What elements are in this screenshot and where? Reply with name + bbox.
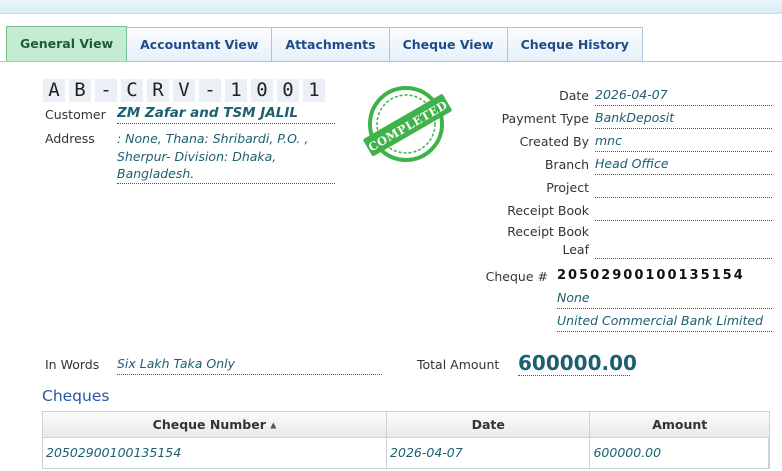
doc-char: 0 bbox=[277, 79, 299, 102]
doc-char: V bbox=[173, 79, 195, 102]
cell-amount: 600000.00 bbox=[590, 438, 769, 468]
cell-date: 2026-04-07 bbox=[387, 438, 591, 468]
column-header-cheque-number[interactable]: Cheque Number ▲ bbox=[43, 412, 388, 437]
receipt-book-value bbox=[595, 202, 772, 221]
completed-stamp-icon: COMPLETED bbox=[363, 86, 452, 162]
tab-cheque-history[interactable]: Cheque History bbox=[507, 27, 643, 62]
doc-char: 1 bbox=[303, 79, 325, 102]
doc-char: - bbox=[199, 79, 221, 102]
cheques-section-title: Cheques bbox=[42, 387, 110, 405]
customer-value: ZM Zafar and TSM JALIL bbox=[117, 105, 335, 124]
cheque-label: Cheque # bbox=[485, 269, 548, 284]
branch-label: Branch bbox=[544, 157, 589, 172]
receipt-leaf-label-1: Receipt Book bbox=[507, 224, 589, 239]
stamp-text: COMPLETED bbox=[366, 98, 450, 155]
doc-char: C bbox=[121, 79, 143, 102]
column-header-label: Cheque Number bbox=[152, 417, 266, 432]
branch-value: Head Office bbox=[595, 156, 772, 175]
tab-general-view[interactable]: General View bbox=[6, 26, 128, 62]
doc-char: 0 bbox=[251, 79, 273, 102]
date-label: Date bbox=[559, 88, 589, 103]
doc-char: R bbox=[147, 79, 169, 102]
cheques-table: Cheque Number ▲ Date Amount 205029001001… bbox=[42, 411, 770, 469]
created-by-label: Created By bbox=[519, 134, 589, 149]
total-amount-value: 600000.00 bbox=[518, 351, 637, 376]
in-words-label: In Words bbox=[45, 357, 100, 372]
project-label: Project bbox=[546, 180, 589, 195]
cheque-number: 20502900100135154 bbox=[557, 268, 745, 283]
table-row[interactable]: 20502900100135154 2026-04-07 600000.00 bbox=[43, 438, 769, 468]
in-words-value: Six Lakh Taka Only bbox=[117, 356, 382, 375]
column-header-amount[interactable]: Amount bbox=[590, 412, 769, 437]
created-by-value: mnc bbox=[595, 133, 772, 152]
payment-type-value: BankDeposit bbox=[595, 110, 772, 129]
payment-type-label: Payment Type bbox=[501, 111, 589, 126]
receipt-book-label: Receipt Book bbox=[507, 203, 589, 218]
column-header-date[interactable]: Date bbox=[387, 412, 591, 437]
cell-cheque-number: 20502900100135154 bbox=[43, 438, 388, 468]
document-number: A B - C R V - 1 0 0 1 bbox=[43, 79, 325, 102]
cheque-bank: United Commercial Bank Limited bbox=[557, 313, 772, 332]
address-line-2: Sherpur- Division: Dhaka, bbox=[117, 149, 277, 164]
customer-label: Customer bbox=[45, 107, 106, 122]
address-label: Address bbox=[45, 131, 95, 146]
doc-char: - bbox=[95, 79, 117, 102]
tab-cheque-view[interactable]: Cheque View bbox=[389, 27, 508, 62]
panel-border bbox=[0, 61, 782, 62]
tab-accountant-view[interactable]: Accountant View bbox=[127, 27, 273, 62]
project-value bbox=[595, 179, 772, 198]
tab-attachments[interactable]: Attachments bbox=[272, 27, 390, 62]
address-line-3: Bangladesh. bbox=[117, 166, 335, 184]
date-value: 2026-04-07 bbox=[595, 87, 772, 106]
address-line-1: : None, Thana: Shribardi, P.O. , bbox=[117, 131, 309, 146]
cheque-line-2: None bbox=[557, 290, 772, 309]
receipt-leaf-label-2: Leaf bbox=[562, 242, 590, 257]
receipt-leaf-value bbox=[595, 240, 772, 259]
tab-bar: General View Accountant View Attachments… bbox=[6, 26, 643, 62]
top-bar bbox=[0, 0, 782, 14]
sort-icon[interactable]: ▲ bbox=[270, 421, 276, 430]
doc-char: A bbox=[43, 79, 65, 102]
doc-char: B bbox=[69, 79, 91, 102]
doc-char: 1 bbox=[225, 79, 247, 102]
table-header: Cheque Number ▲ Date Amount bbox=[43, 412, 769, 438]
total-amount-label: Total Amount bbox=[417, 357, 500, 372]
